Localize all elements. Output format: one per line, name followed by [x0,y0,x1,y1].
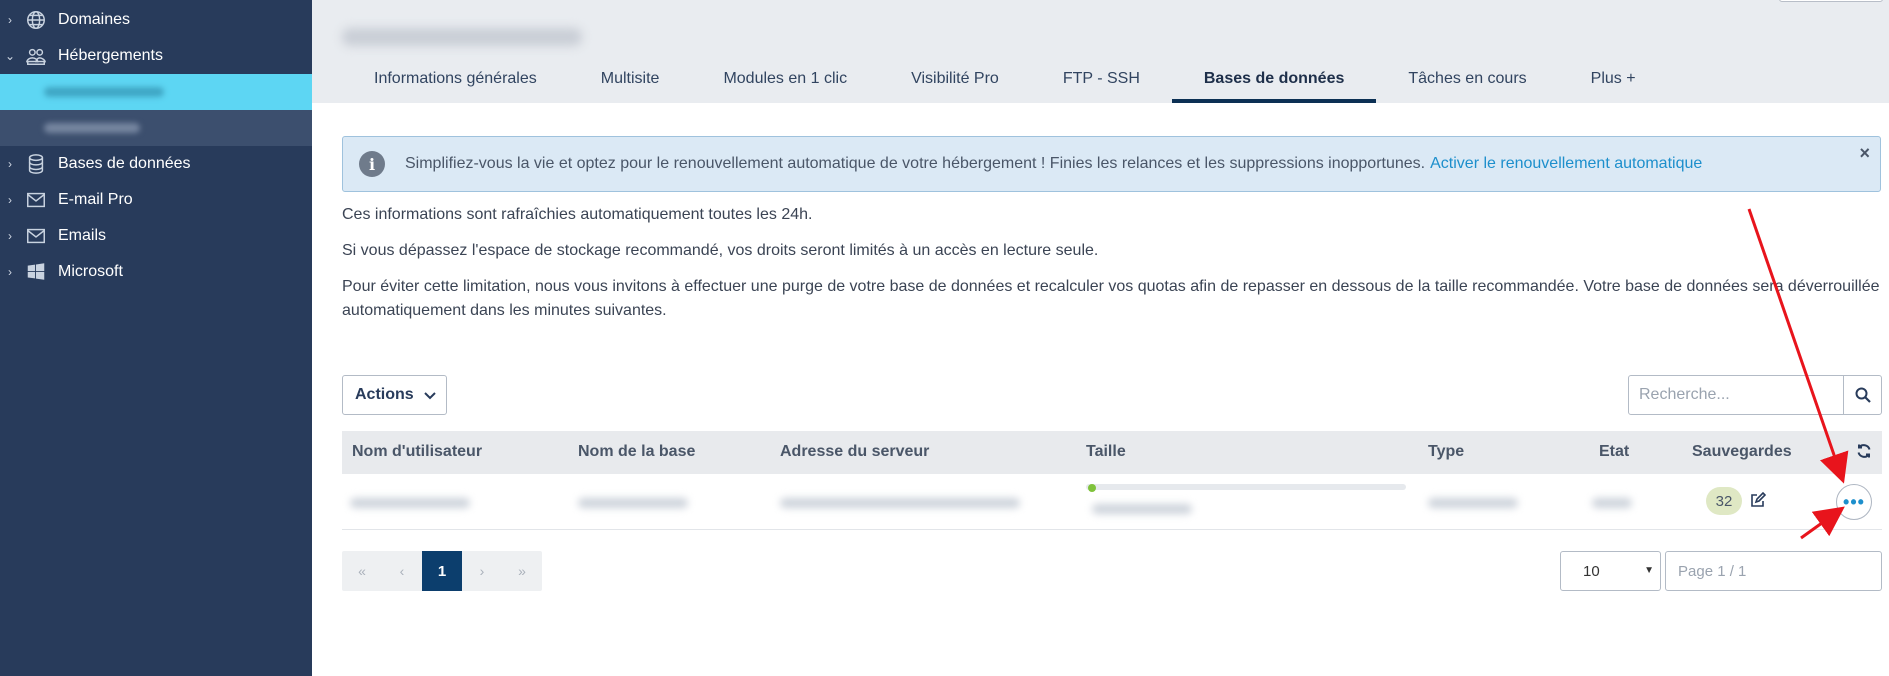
caret-down-icon: ▼ [1644,565,1654,576]
page-size-select[interactable]: 10 ▼ [1560,551,1661,591]
table-header: Nom d'utilisateur Nom de la base Adresse… [342,431,1882,474]
sidebar-item-domaines[interactable]: › Domaines [0,2,312,38]
windows-icon [22,261,50,283]
users-icon [22,45,50,67]
tab-multisite[interactable]: Multisite [569,62,692,103]
chevron-down-icon: ⌄ [4,49,16,63]
search-input[interactable] [1629,376,1843,414]
sidebar: › Domaines ⌄ Hébergements › Bases de don… [0,0,312,676]
sidebar-item-email-pro[interactable]: › E-mail Pro [0,182,312,218]
envelope-icon [22,225,50,247]
sidebar-item-label: Microsoft [58,263,123,280]
header: Informations générales Multisite Modules… [312,0,1889,103]
pagination: « ‹ 1 › » [342,551,542,591]
table-row: 32 ••• [342,474,1882,530]
cell-server-address [780,498,1020,508]
column-header-size[interactable]: Taille [1086,443,1126,461]
chevron-right-icon: › [8,13,12,27]
cell-state [1592,498,1632,508]
tab-taches-en-cours[interactable]: Tâches en cours [1376,62,1558,103]
size-progress-indicator [1088,484,1096,492]
info-paragraph: Ces informations sont rafraîchies automa… [342,206,813,223]
envelope-icon [22,189,50,211]
sidebar-item-label: Emails [58,227,107,244]
page-size-value: 10 [1583,562,1600,580]
column-header-backups[interactable]: Sauvegardes [1692,443,1792,461]
sidebar-item-emails[interactable]: › Emails [0,218,312,254]
database-icon [22,153,50,175]
tab-visibilite-pro[interactable]: Visibilité Pro [879,62,1031,103]
refresh-icon[interactable] [1856,443,1872,464]
sidebar-subitem[interactable] [0,110,312,146]
sidebar-subitem-active[interactable] [0,74,312,110]
sidebar-item-microsoft[interactable]: › Microsoft [0,254,312,290]
tab-plus[interactable]: Plus + [1559,62,1668,103]
page-title [342,28,582,46]
info-banner: i Simplifiez-vous la vie et optez pour l… [342,136,1881,192]
sidebar-item-hebergements[interactable]: ⌄ Hébergements [0,38,312,74]
prev-page-button[interactable]: ‹ [382,551,422,591]
actions-dropdown[interactable]: Actions [342,375,447,415]
chevron-right-icon: › [8,193,12,207]
sidebar-item-label: Domaines [58,11,131,28]
next-page-button[interactable]: › [462,551,502,591]
cell-database-name [578,498,688,508]
chevron-right-icon: › [8,157,12,171]
chevron-right-icon: › [8,229,12,243]
info-paragraph: Pour éviter cette limitation, nous vous … [342,278,1880,319]
column-header-database-name[interactable]: Nom de la base [578,443,695,461]
column-header-server-address[interactable]: Adresse du serveur [780,443,929,461]
search-icon[interactable] [1843,376,1881,414]
column-header-state[interactable]: Etat [1599,443,1629,461]
column-header-username[interactable]: Nom d'utilisateur [352,443,482,461]
cell-size-text [1092,504,1192,514]
cell-type [1428,498,1518,508]
tab-bases-de-donnees[interactable]: Bases de données [1171,62,1377,103]
tab-bar: Informations générales Multisite Modules… [342,62,1668,103]
banner-text: Simplifiez-vous la vie et optez pour le … [405,155,1703,172]
info-icon: i [359,151,385,177]
info-paragraph: Si vous dépassez l'espace de stockage re… [342,242,1099,259]
first-page-button[interactable]: « [342,551,382,591]
size-progress-bar [1086,484,1406,490]
close-icon[interactable]: × [1859,143,1870,164]
main-content: i Simplifiez-vous la vie et optez pour l… [342,136,1882,323]
auto-renew-link[interactable]: Activer le renouvellement automatique [1430,155,1702,172]
more-options-button[interactable]: ••• [1836,484,1872,520]
tab-modules[interactable]: Modules en 1 clic [691,62,879,103]
page-button-current[interactable]: 1 [422,551,462,591]
column-header-type[interactable]: Type [1428,443,1464,461]
edit-icon[interactable] [1750,491,1767,513]
tab-informations-generales[interactable]: Informations générales [342,62,569,103]
actions-label: Actions [355,386,414,403]
backups-count-badge: 32 [1706,487,1742,515]
sidebar-item-bases-de-donnees[interactable]: › Bases de données [0,146,312,182]
sidebar-item-label: Hébergements [58,47,163,64]
globe-icon [22,9,50,31]
header-corner-button[interactable] [1779,0,1883,2]
page-info-field[interactable]: Page 1 / 1 [1665,551,1882,591]
chevron-right-icon: › [8,265,12,279]
last-page-button[interactable]: » [502,551,542,591]
sidebar-item-label: E-mail Pro [58,191,133,208]
search-box [1628,375,1882,415]
cell-username [350,498,470,508]
tab-ftp-ssh[interactable]: FTP - SSH [1031,62,1172,103]
chevron-down-icon [423,387,436,403]
sidebar-item-label: Bases de données [58,155,191,172]
